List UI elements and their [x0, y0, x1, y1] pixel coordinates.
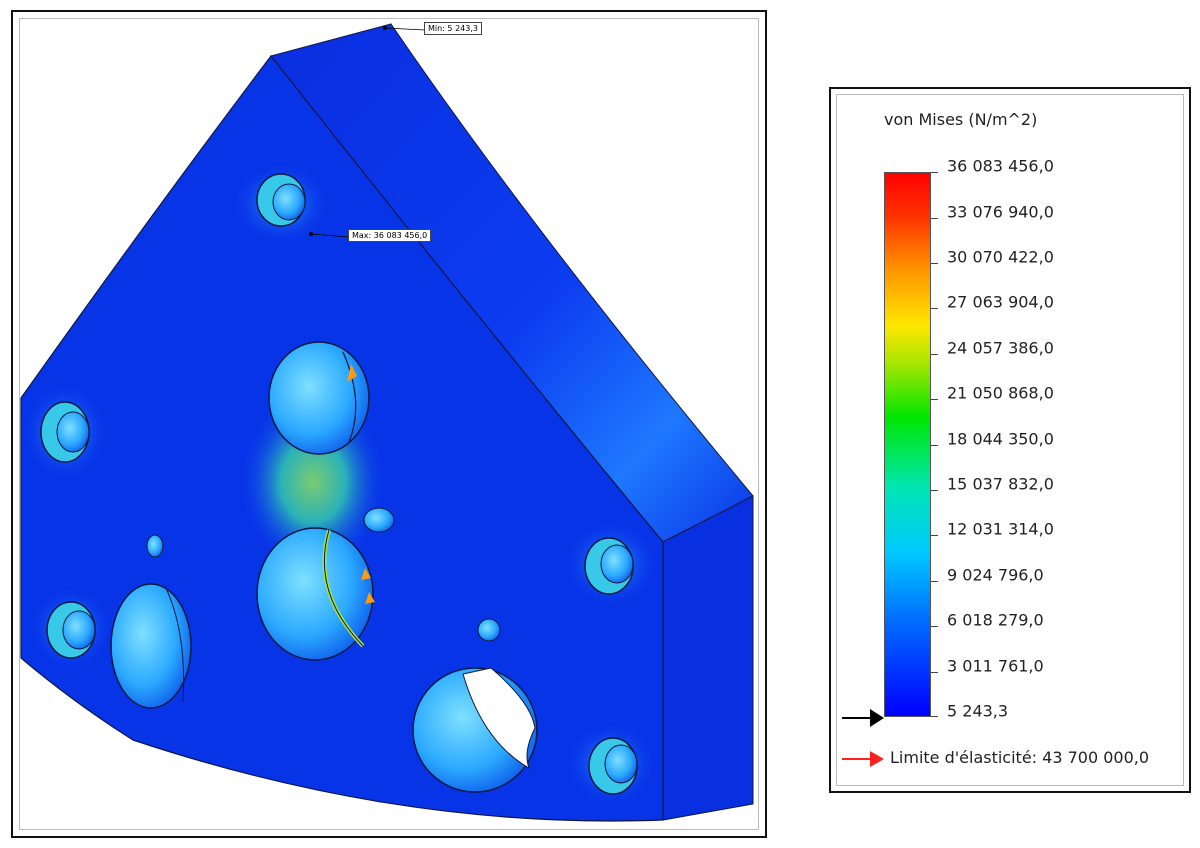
tick-label: 9 024 796,0 — [947, 565, 1044, 585]
stress-plot-part — [20, 23, 754, 822]
legend-title: von Mises (N/m^2) — [884, 110, 1038, 129]
tick-label: 27 063 904,0 — [947, 292, 1054, 312]
tick-label: 24 057 386,0 — [947, 338, 1054, 358]
tick-mark — [931, 218, 938, 219]
tick-label: 36 083 456,0 — [947, 156, 1054, 176]
tick-label: 18 044 350,0 — [947, 429, 1054, 449]
tick-label: 15 037 832,0 — [947, 474, 1054, 494]
tick-label: 30 070 422,0 — [947, 247, 1054, 267]
yield-limit-row: Limite d'élasticité: 43 700 000,0 — [842, 748, 1182, 770]
min-value-arrow-icon — [842, 709, 884, 727]
tick-label: 6 018 279,0 — [947, 610, 1044, 630]
tick-mark — [931, 445, 938, 446]
tick-label: 21 050 868,0 — [947, 383, 1054, 403]
tick-mark — [931, 354, 938, 355]
tick-mark — [931, 672, 938, 673]
tick-mark — [931, 626, 938, 627]
probe-max-label: Max: 36 083 456,0 — [348, 229, 432, 242]
tick-mark — [931, 172, 938, 173]
color-scale-bar — [884, 172, 931, 717]
tick-label: 3 011 761,0 — [947, 656, 1044, 676]
yield-limit-label: Limite d'élasticité: 43 700 000,0 — [890, 748, 1150, 767]
tick-mark — [931, 308, 938, 309]
probe-min-label: Min: 5 243,3 — [424, 22, 482, 35]
tick-label: 5 243,3 — [947, 701, 1009, 721]
tick-mark — [931, 716, 938, 717]
tick-mark — [931, 535, 938, 536]
yield-limit-arrow-icon — [842, 751, 884, 767]
tick-mark — [931, 490, 938, 491]
tick-mark — [931, 581, 938, 582]
tick-label: 33 076 940,0 — [947, 202, 1054, 222]
model-viewport[interactable] — [11, 10, 767, 838]
tick-mark — [931, 263, 938, 264]
tick-mark — [931, 399, 938, 400]
tick-label: 12 031 314,0 — [947, 519, 1054, 539]
